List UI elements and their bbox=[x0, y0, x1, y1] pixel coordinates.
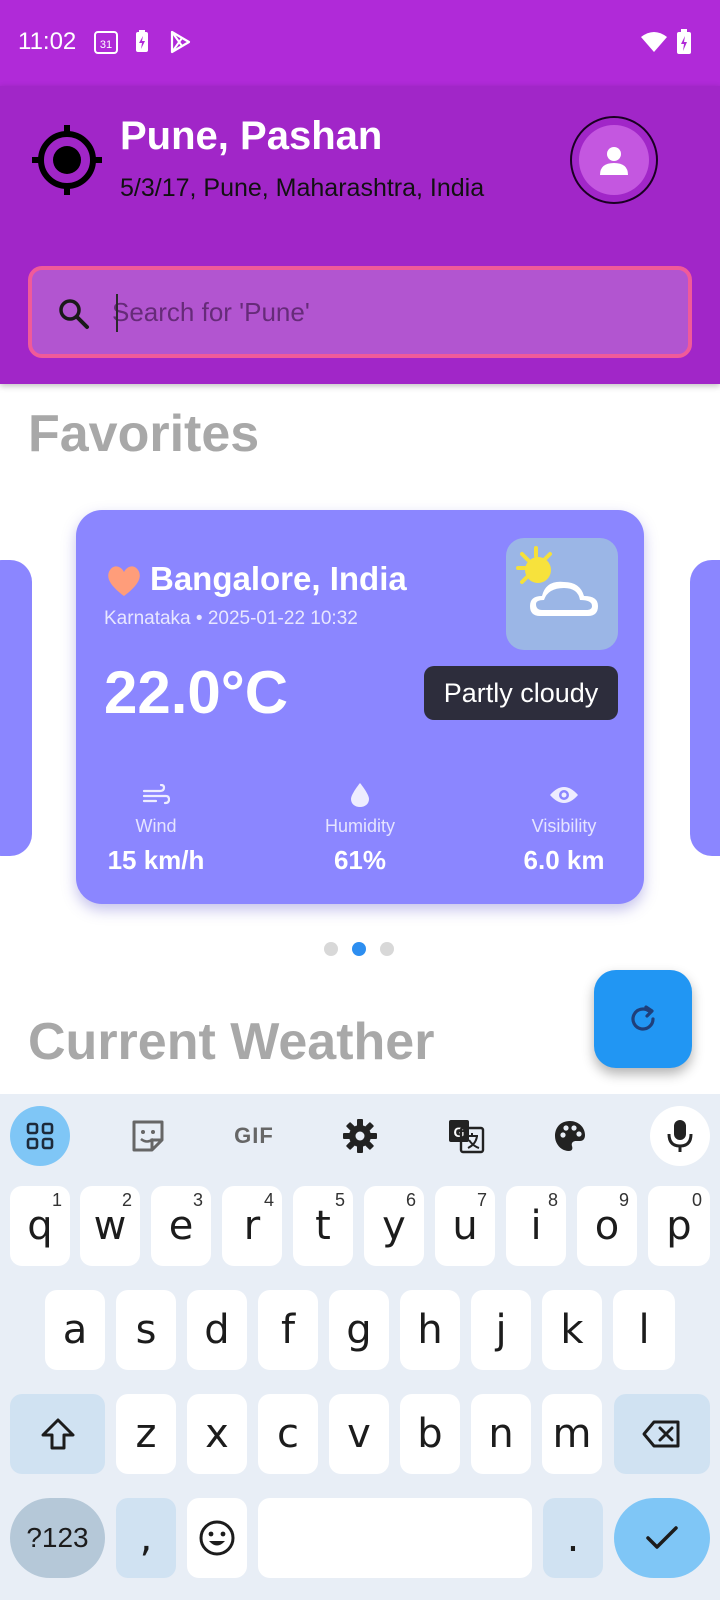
key-h[interactable]: h bbox=[400, 1290, 460, 1370]
wind-label: Wind bbox=[135, 816, 177, 836]
shift-icon bbox=[41, 1418, 74, 1450]
emoji-icon bbox=[199, 1520, 235, 1556]
play-store-icon bbox=[166, 28, 194, 56]
eye-icon bbox=[484, 782, 644, 808]
favorite-card[interactable]: Bangalore, India Karnataka • 2025-01-22 … bbox=[76, 510, 644, 904]
comma-key[interactable]: , bbox=[116, 1498, 176, 1578]
favorites-title: Favorites bbox=[28, 405, 260, 463]
key-o[interactable]: o9 bbox=[577, 1186, 637, 1266]
battery-saver-icon bbox=[128, 28, 156, 56]
key-u[interactable]: u7 bbox=[435, 1186, 495, 1266]
key-t[interactable]: t5 bbox=[293, 1186, 353, 1266]
wind-value: 15 km/h bbox=[107, 845, 205, 875]
svg-text:31: 31 bbox=[100, 39, 112, 51]
key-q[interactable]: q1 bbox=[10, 1186, 70, 1266]
favorite-card-next[interactable] bbox=[690, 560, 720, 856]
current-weather-title: Current Weather bbox=[28, 1013, 435, 1071]
key-n[interactable]: n bbox=[471, 1394, 531, 1474]
humidity-value: 61% bbox=[333, 845, 387, 875]
backspace-key[interactable] bbox=[614, 1394, 710, 1474]
palette-icon[interactable] bbox=[540, 1106, 600, 1166]
key-i[interactable]: i8 bbox=[506, 1186, 566, 1266]
gif-label: GIF bbox=[234, 1123, 274, 1148]
sticker-icon[interactable] bbox=[118, 1106, 178, 1166]
text-cursor bbox=[116, 294, 118, 332]
page-dot-active[interactable] bbox=[352, 942, 366, 956]
key-b[interactable]: b bbox=[400, 1394, 460, 1474]
calendar-icon: 31 bbox=[92, 28, 120, 56]
stat-humidity: Humidity 61% bbox=[280, 782, 440, 876]
heart-icon[interactable] bbox=[106, 564, 142, 598]
search-box[interactable] bbox=[28, 266, 692, 358]
partly-cloudy-icon bbox=[506, 538, 618, 650]
favorite-card-previous[interactable] bbox=[0, 560, 32, 856]
refresh-icon bbox=[631, 1005, 655, 1031]
apps-grid-icon[interactable] bbox=[10, 1106, 70, 1166]
key-r[interactable]: r4 bbox=[222, 1186, 282, 1266]
status-bar: 11:02 31 bbox=[0, 0, 720, 86]
key-z[interactable]: z bbox=[116, 1394, 176, 1474]
key-g[interactable]: g bbox=[329, 1290, 389, 1370]
check-icon bbox=[646, 1526, 678, 1549]
key-j[interactable]: j bbox=[471, 1290, 531, 1370]
search-icon bbox=[56, 296, 90, 330]
droplet-icon bbox=[280, 782, 440, 808]
key-c[interactable]: c bbox=[258, 1394, 318, 1474]
battery-charging-icon bbox=[670, 28, 698, 56]
key-a[interactable]: a bbox=[45, 1290, 105, 1370]
key-f[interactable]: f bbox=[258, 1290, 318, 1370]
backspace-icon bbox=[642, 1420, 680, 1448]
carousel-pagination bbox=[324, 942, 394, 956]
person-icon bbox=[579, 125, 649, 195]
enter-key[interactable] bbox=[614, 1498, 710, 1578]
svg-text:G: G bbox=[454, 1124, 465, 1140]
location-title: Pune, Pashan bbox=[120, 114, 383, 158]
wifi-icon bbox=[640, 28, 668, 56]
humidity-label: Humidity bbox=[324, 816, 395, 836]
status-time: 11:02 bbox=[18, 28, 77, 55]
location-subtitle: 5/3/17, Pune, Maharashtra, India bbox=[120, 174, 485, 202]
key-e[interactable]: e3 bbox=[151, 1186, 211, 1266]
key-k[interactable]: k bbox=[542, 1290, 602, 1370]
key-x[interactable]: x bbox=[187, 1394, 247, 1474]
space-key[interactable] bbox=[258, 1498, 532, 1578]
search-input[interactable] bbox=[112, 284, 672, 340]
key-v[interactable]: v bbox=[329, 1394, 389, 1474]
on-screen-keyboard: GIF G q1 w2 e3 r4 t5 y6 u7 i8 o9 p0 a s … bbox=[0, 1094, 720, 1600]
refresh-button[interactable] bbox=[594, 970, 692, 1068]
key-w[interactable]: w2 bbox=[80, 1186, 140, 1266]
location-header: Pune, Pashan 5/3/17, Pune, Maharashtra, … bbox=[0, 86, 720, 384]
card-temperature: 22.0°C bbox=[104, 659, 289, 726]
stat-wind: Wind 15 km/h bbox=[76, 782, 236, 876]
card-city: Bangalore, India bbox=[150, 560, 407, 597]
page-dot[interactable] bbox=[380, 942, 394, 956]
shift-key[interactable] bbox=[10, 1394, 105, 1474]
wind-icon bbox=[76, 782, 236, 808]
key-d[interactable]: d bbox=[187, 1290, 247, 1370]
key-y[interactable]: y6 bbox=[364, 1186, 424, 1266]
mic-icon[interactable] bbox=[650, 1106, 710, 1166]
profile-avatar-button[interactable] bbox=[570, 116, 658, 204]
emoji-key[interactable] bbox=[187, 1498, 247, 1578]
symbols-key[interactable]: ?123 bbox=[10, 1498, 105, 1578]
translate-icon[interactable]: G bbox=[436, 1106, 496, 1166]
stat-visibility: Visibility 6.0 km bbox=[484, 782, 644, 876]
location-target-icon[interactable] bbox=[30, 123, 104, 197]
key-l[interactable]: l bbox=[613, 1290, 675, 1370]
keyboard-toolbar: GIF G bbox=[0, 1094, 720, 1176]
gear-icon[interactable] bbox=[330, 1106, 390, 1166]
card-meta: Karnataka • 2025-01-22 10:32 bbox=[104, 608, 358, 629]
key-p[interactable]: p0 bbox=[648, 1186, 710, 1266]
condition-badge: Partly cloudy bbox=[424, 666, 618, 720]
gif-button[interactable]: GIF bbox=[224, 1106, 284, 1166]
page-dot[interactable] bbox=[324, 942, 338, 956]
key-m[interactable]: m bbox=[542, 1394, 602, 1474]
visibility-label: Visibility bbox=[531, 816, 597, 836]
visibility-value: 6.0 km bbox=[523, 845, 605, 875]
key-s[interactable]: s bbox=[116, 1290, 176, 1370]
period-key[interactable]: . bbox=[543, 1498, 603, 1578]
